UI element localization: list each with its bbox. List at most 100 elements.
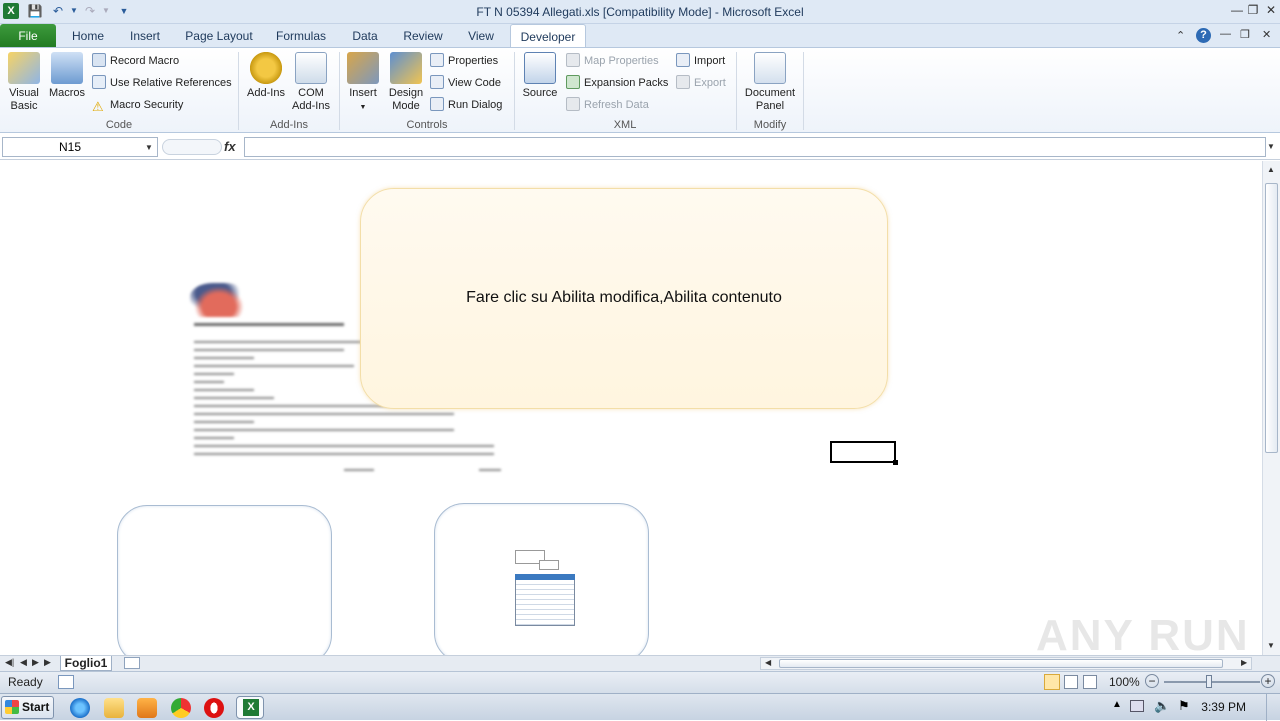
- macros-label: Macros: [48, 87, 86, 99]
- zoom-out-icon[interactable]: −: [1145, 674, 1159, 688]
- formula-bar-handle-icon[interactable]: [162, 139, 222, 155]
- macro-security-button[interactable]: ⚠ Macro Security: [92, 96, 183, 114]
- system-clock[interactable]: 3:39 PM: [1201, 700, 1246, 714]
- start-button[interactable]: Start: [1, 696, 54, 719]
- document-panel-button[interactable]: Document Panel: [742, 52, 798, 113]
- volume-icon[interactable]: 🔈: [1154, 698, 1170, 714]
- visual-basic-button[interactable]: Visual Basic: [4, 52, 44, 113]
- properties-button[interactable]: Properties: [430, 52, 498, 70]
- page-layout-view-icon[interactable]: [1064, 675, 1078, 689]
- ribbon-minimize-icon[interactable]: ⌃: [1176, 29, 1185, 42]
- chrome-icon[interactable]: [171, 698, 191, 718]
- relative-references-icon: [92, 75, 106, 89]
- last-sheet-icon[interactable]: ▶: [44, 657, 51, 668]
- formula-input[interactable]: [244, 137, 1266, 157]
- com-add-ins-icon: [295, 52, 327, 84]
- embedded-object-card[interactable]: [434, 503, 649, 655]
- tray-expand-icon[interactable]: ▲: [1112, 699, 1122, 710]
- enable-content-notice: Fare clic su Abilita modifica,Abilita co…: [360, 188, 888, 409]
- view-code-label: View Code: [448, 77, 501, 89]
- normal-view-icon[interactable]: [1044, 674, 1060, 690]
- show-desktop-button[interactable]: [1266, 694, 1280, 721]
- add-ins-label: Add-Ins: [247, 87, 285, 99]
- workbook-close-icon[interactable]: ✕: [1262, 28, 1271, 41]
- group-separator: [803, 52, 804, 130]
- insert-control-label: Insert: [349, 87, 377, 99]
- embedded-object-card[interactable]: [117, 505, 332, 655]
- tab-insert[interactable]: Insert: [120, 24, 170, 48]
- insert-sheet-icon[interactable]: [124, 657, 140, 669]
- name-box-dropdown-icon[interactable]: ▼: [145, 143, 153, 152]
- company-logo: [190, 283, 248, 317]
- name-box[interactable]: N15: [2, 137, 158, 157]
- workbook-minimize-icon[interactable]: —: [1220, 28, 1231, 40]
- insert-control-button[interactable]: Insert ▼: [344, 52, 382, 114]
- vertical-scrollbar[interactable]: ▲ ▼: [1262, 161, 1280, 655]
- internet-explorer-icon[interactable]: [70, 698, 90, 718]
- source-label: Source: [522, 87, 558, 99]
- expansion-packs-button[interactable]: Expansion Packs: [566, 74, 668, 92]
- macros-icon: [51, 52, 83, 84]
- zoom-level[interactable]: 100%: [1109, 675, 1140, 689]
- expand-formula-bar-icon[interactable]: ▼: [1267, 142, 1275, 151]
- media-player-icon[interactable]: [137, 698, 157, 718]
- opera-icon[interactable]: [204, 698, 224, 718]
- view-code-button[interactable]: View Code: [430, 74, 501, 92]
- refresh-data-label: Refresh Data: [584, 99, 649, 111]
- scroll-up-icon[interactable]: ▲: [1267, 165, 1275, 174]
- tab-data[interactable]: Data: [344, 24, 386, 48]
- next-sheet-icon[interactable]: ▶: [32, 657, 39, 668]
- use-relative-references-button[interactable]: Use Relative References: [92, 74, 232, 92]
- worksheet-grid[interactable]: Fare clic su Abilita modifica,Abilita co…: [0, 161, 1262, 655]
- zoom-in-icon[interactable]: +: [1261, 674, 1275, 688]
- thumbnail-box: [539, 560, 559, 570]
- scroll-left-icon[interactable]: ◀: [765, 658, 771, 667]
- close-icon[interactable]: ✕: [1262, 0, 1280, 20]
- design-mode-button[interactable]: Design Mode: [386, 52, 426, 113]
- help-icon[interactable]: ?: [1196, 28, 1211, 43]
- record-macro-button[interactable]: Record Macro: [92, 52, 179, 70]
- run-dialog-label: Run Dialog: [448, 99, 503, 111]
- refresh-data-button[interactable]: Refresh Data: [566, 96, 649, 114]
- horizontal-scrollbar[interactable]: ◀ ▶: [760, 657, 1252, 670]
- macro-record-icon[interactable]: [58, 675, 74, 689]
- scroll-right-icon[interactable]: ▶: [1241, 658, 1247, 667]
- toolbox-icon: [347, 52, 379, 84]
- tab-page-layout[interactable]: Page Layout: [180, 24, 258, 48]
- run-dialog-button[interactable]: Run Dialog: [430, 96, 502, 114]
- tab-formulas[interactable]: Formulas: [270, 24, 332, 48]
- source-button[interactable]: Source: [520, 52, 560, 100]
- add-ins-button[interactable]: Add-Ins: [244, 52, 288, 100]
- com-add-ins-button[interactable]: COM Add-Ins: [290, 52, 332, 113]
- insert-function-icon[interactable]: fx: [224, 139, 236, 154]
- tab-file[interactable]: File: [0, 24, 56, 48]
- status-bar: Ready 100% − +: [0, 671, 1280, 693]
- folder-icon[interactable]: [104, 698, 124, 718]
- macros-button[interactable]: Macros: [46, 52, 88, 100]
- export-button[interactable]: Export: [676, 74, 726, 92]
- zoom-slider[interactable]: [1164, 681, 1260, 683]
- tab-developer[interactable]: Developer: [510, 24, 586, 48]
- first-sheet-icon[interactable]: ◀|: [5, 657, 14, 668]
- action-center-flag-icon[interactable]: ⚑: [1178, 698, 1190, 714]
- tab-home[interactable]: Home: [62, 24, 114, 48]
- prev-sheet-icon[interactable]: ◀: [20, 657, 27, 668]
- zoom-slider-thumb[interactable]: [1206, 675, 1212, 688]
- page-break-view-icon[interactable]: [1083, 675, 1097, 689]
- formula-bar: N15 ▼ fx ▼: [0, 134, 1280, 160]
- workbook-restore-icon[interactable]: ❐: [1240, 28, 1250, 41]
- map-properties-button[interactable]: Map Properties: [566, 52, 659, 70]
- tab-review[interactable]: Review: [396, 24, 450, 48]
- horizontal-scroll-thumb[interactable]: [779, 659, 1223, 668]
- excel-icon: X: [243, 699, 259, 716]
- vertical-scroll-thumb[interactable]: [1265, 183, 1278, 453]
- record-macro-icon: [92, 53, 106, 67]
- restore-icon[interactable]: ❐: [1244, 0, 1262, 20]
- excel-taskbar-icon[interactable]: X: [236, 696, 264, 719]
- tab-view[interactable]: View: [460, 24, 502, 48]
- import-button[interactable]: Import: [676, 52, 725, 70]
- active-cell[interactable]: [830, 441, 898, 465]
- network-icon[interactable]: [1130, 700, 1144, 712]
- sheet-tab-foglio1[interactable]: Foglio1: [60, 656, 112, 671]
- scroll-down-icon[interactable]: ▼: [1267, 641, 1275, 650]
